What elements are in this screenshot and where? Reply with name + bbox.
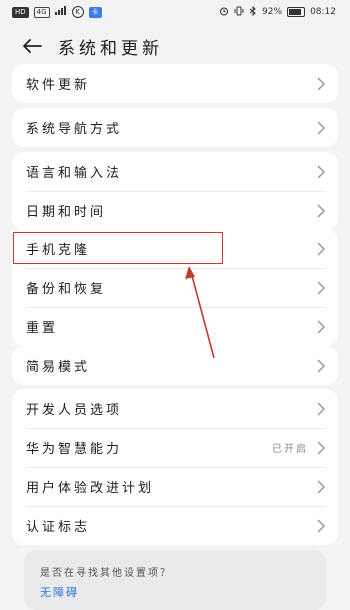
clock: 08:12 [310, 7, 336, 17]
chevron-right-icon [317, 401, 326, 416]
suggestion-card: 是否在寻找其他设置项？ 无障碍 [24, 550, 326, 610]
row-label: 日期和时间 [26, 205, 107, 220]
row-backup-restore[interactable]: 备份和恢复 [12, 268, 338, 307]
chevron-right-icon [317, 280, 326, 295]
row-label: 开发人员选项 [26, 403, 123, 418]
vibrate-icon [234, 6, 244, 19]
status-right: 92% 08:12 [219, 5, 336, 19]
chevron-right-icon [317, 518, 326, 533]
status-value: 已开启 [272, 444, 308, 455]
row-phone-clone[interactable]: 手机克隆 [12, 229, 338, 268]
row-system-navigation[interactable]: 系统导航方式 [12, 108, 338, 147]
row-label: 手机克隆 [26, 243, 91, 258]
row-simple-mode[interactable]: 简易模式 [12, 346, 338, 385]
chevron-right-icon [317, 76, 326, 91]
alarm-icon [219, 6, 229, 19]
chevron-right-icon [317, 440, 326, 455]
row-language-input[interactable]: 语言和输入法 [12, 152, 338, 191]
row-huawei-smart-ability[interactable]: 华为智慧能力 已开启 [12, 428, 338, 467]
group-developer: 开发人员选项 华为智慧能力 已开启 用户体验改进计划 认证标志 [12, 389, 338, 545]
group-navigation: 系统导航方式 [12, 108, 338, 147]
chevron-right-icon [317, 241, 326, 256]
chevron-right-icon [317, 358, 326, 373]
group-simple-mode: 简易模式 [12, 346, 338, 385]
row-certification[interactable]: 认证标志 [12, 506, 338, 545]
header: 系统和更新 [0, 24, 350, 68]
chevron-right-icon [317, 203, 326, 218]
row-label: 华为智慧能力 [26, 442, 123, 457]
row-user-experience[interactable]: 用户体验改进计划 [12, 467, 338, 506]
battery-percent: 92% [262, 7, 283, 17]
row-reset[interactable]: 重置 [12, 307, 338, 346]
row-label: 系统导航方式 [26, 122, 123, 137]
group-clone-backup-reset: 手机克隆 备份和恢复 重置 [12, 229, 338, 346]
page-title: 系统和更新 [58, 38, 163, 59]
signal-icon [54, 6, 67, 18]
chevron-right-icon [317, 120, 326, 135]
hd-badge: HD [12, 6, 29, 18]
back-arrow-icon[interactable] [12, 26, 52, 66]
row-label: 认证标志 [26, 520, 91, 535]
row-label: 软件更新 [26, 78, 91, 93]
row-right: 已开启 [272, 440, 326, 455]
row-date-time[interactable]: 日期和时间 [12, 191, 338, 230]
row-label: 简易模式 [26, 360, 91, 375]
battery-icon [287, 7, 306, 17]
status-left: HD 4G K 卡 [12, 6, 102, 18]
group-software-update: 软件更新 [12, 64, 338, 103]
row-label: 备份和恢复 [26, 282, 107, 297]
row-developer-options[interactable]: 开发人员选项 [12, 389, 338, 428]
suggestion-question: 是否在寻找其他设置项？ [40, 568, 172, 579]
chevron-right-icon [317, 319, 326, 334]
chevron-right-icon [317, 164, 326, 179]
accessibility-link[interactable]: 无障碍 [40, 584, 79, 600]
row-software-update[interactable]: 软件更新 [12, 64, 338, 103]
row-label: 重置 [26, 321, 59, 336]
k-icon: K [71, 6, 84, 18]
status-bar: HD 4G K 卡 92% 08:12 [0, 0, 350, 24]
bluetooth-icon [249, 5, 257, 19]
chevron-right-icon [317, 479, 326, 494]
network-4g-badge: 4G [33, 6, 50, 18]
notification-badge: 卡 [88, 6, 102, 18]
row-label: 用户体验改进计划 [26, 481, 155, 496]
group-language-date: 语言和输入法 日期和时间 [12, 152, 338, 230]
row-label: 语言和输入法 [26, 166, 123, 181]
